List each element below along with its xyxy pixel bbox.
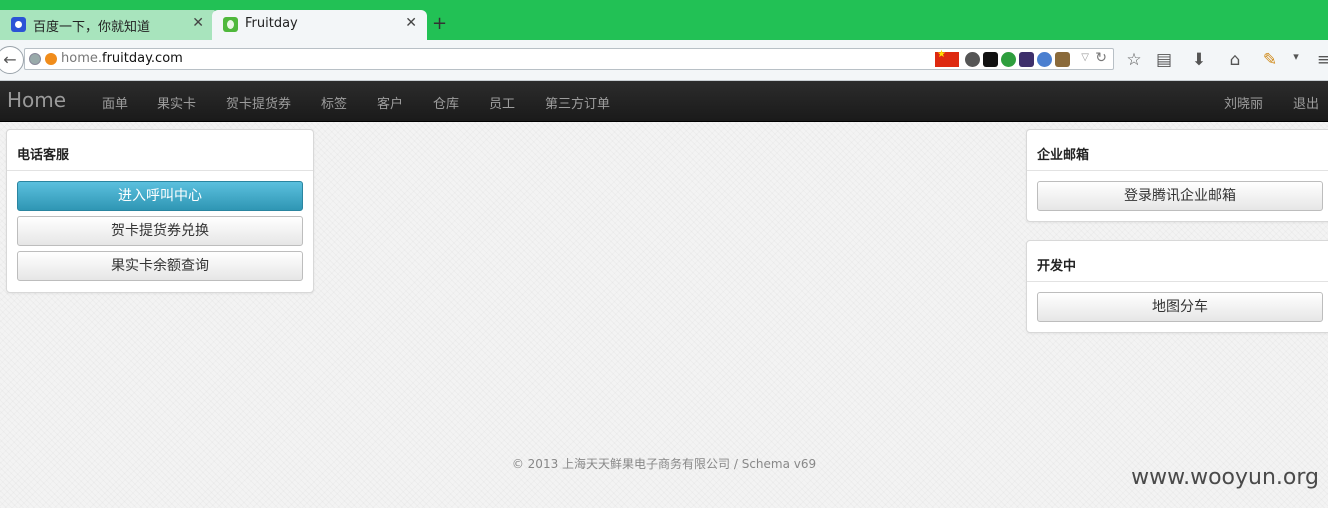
reading-list-icon[interactable]: ▤ [1154,50,1174,70]
china-flag-icon[interactable] [935,49,959,67]
nav-item-staff[interactable]: 员工 [489,93,515,112]
extension-globe-icon[interactable] [965,52,980,67]
star-icon[interactable]: ☆ [1124,50,1144,70]
map-dispatch-button[interactable]: 地图分车 [1037,292,1323,322]
footer-copyright: © 2013 上海天天鲜果电子商务有限公司 / Schema v69 [511,457,817,471]
extension-camel-icon[interactable] [1055,52,1070,67]
nav-item-customers[interactable]: 客户 [377,93,403,112]
tab-fruitday[interactable]: Fruitday ✕ [212,10,427,40]
extension-image-icon[interactable] [983,52,998,67]
back-button[interactable]: ← [0,46,24,74]
panel-title: 企业邮箱 [1027,130,1328,171]
panel-title: 开发中 [1027,241,1328,282]
reload-icon[interactable]: ↻ [1095,50,1107,66]
extension-moon-icon[interactable] [1037,52,1052,67]
fruit-card-balance-button[interactable]: 果实卡余额查询 [17,251,303,281]
nav-item-warehouse[interactable]: 仓库 [433,93,459,112]
home-icon[interactable]: ⌂ [1225,50,1245,70]
logout-link[interactable]: 退出 [1293,93,1319,112]
gift-voucher-redeem-button[interactable]: 贺卡提货券兑换 [17,216,303,246]
site-identity-icon[interactable] [45,53,57,65]
brand-home-link[interactable]: Home [7,88,66,112]
download-icon[interactable]: ⬇ [1189,50,1209,70]
enterprise-mail-panel: 企业邮箱 登录腾讯企业邮箱 [1026,129,1328,222]
url-host-prefix: home. [61,51,102,66]
nav-item-fruit-card[interactable]: 果实卡 [157,93,196,112]
url-dropdown-icon[interactable]: ▽ [1081,52,1089,63]
close-tab-icon[interactable]: ✕ [192,15,204,31]
fruitday-apple-icon [223,17,238,32]
main-content: 电话客服 进入呼叫中心 贺卡提货券兑换 果实卡余额查询 企业邮箱 登录腾讯企业邮… [0,122,1328,508]
enter-call-center-button[interactable]: 进入呼叫中心 [17,181,303,211]
browser-tab-bar: 百度一下，你就知道 ✕ Fruitday ✕ + [0,0,1328,40]
address-bar[interactable]: home.fruitday.com ▽ ↻ [24,48,1114,70]
tab-baidu[interactable]: 百度一下，你就知道 ✕ [0,10,215,40]
tab-title: 百度一下，你就知道 [33,20,151,35]
nav-item-gift-voucher[interactable]: 贺卡提货券 [226,93,291,112]
globe-icon [29,53,41,65]
nav-item-waybill[interactable]: 面单 [102,93,128,112]
menu-dropdown-icon[interactable]: ▾ [1286,50,1306,63]
site-navbar: Home 面单 果实卡 贺卡提货券 标签 客户 仓库 员工 第三方订单 刘晓丽 … [0,81,1328,122]
phone-service-panel: 电话客服 进入呼叫中心 贺卡提货券兑换 果实卡余额查询 [6,129,314,293]
panel-title: 电话客服 [7,130,313,171]
tab-title: Fruitday [245,16,298,31]
hamburger-menu-icon[interactable]: ≡ [1314,50,1328,70]
tencent-mail-login-button[interactable]: 登录腾讯企业邮箱 [1037,181,1323,211]
url-text[interactable]: home.fruitday.com [61,51,183,66]
user-name-link[interactable]: 刘晓丽 [1224,93,1263,112]
browser-toolbar: ← home.fruitday.com ▽ ↻ ☆ ▤ ⬇ ⌂ ✎ ▾ ≡ [0,40,1328,81]
extension-b-icon[interactable] [1019,52,1034,67]
nav-item-third-party-orders[interactable]: 第三方订单 [545,93,610,112]
baidu-paw-icon [11,17,26,32]
close-tab-icon[interactable]: ✕ [405,15,417,31]
url-host-domain: fruitday.com [102,51,183,66]
in-development-panel: 开发中 地图分车 [1026,240,1328,333]
extension-g-icon[interactable] [1001,52,1016,67]
extension-icon[interactable]: ✎ [1260,50,1280,70]
watermark: www.wooyun.org [1131,465,1319,490]
new-tab-button[interactable]: + [432,13,447,34]
nav-item-labels[interactable]: 标签 [321,93,347,112]
